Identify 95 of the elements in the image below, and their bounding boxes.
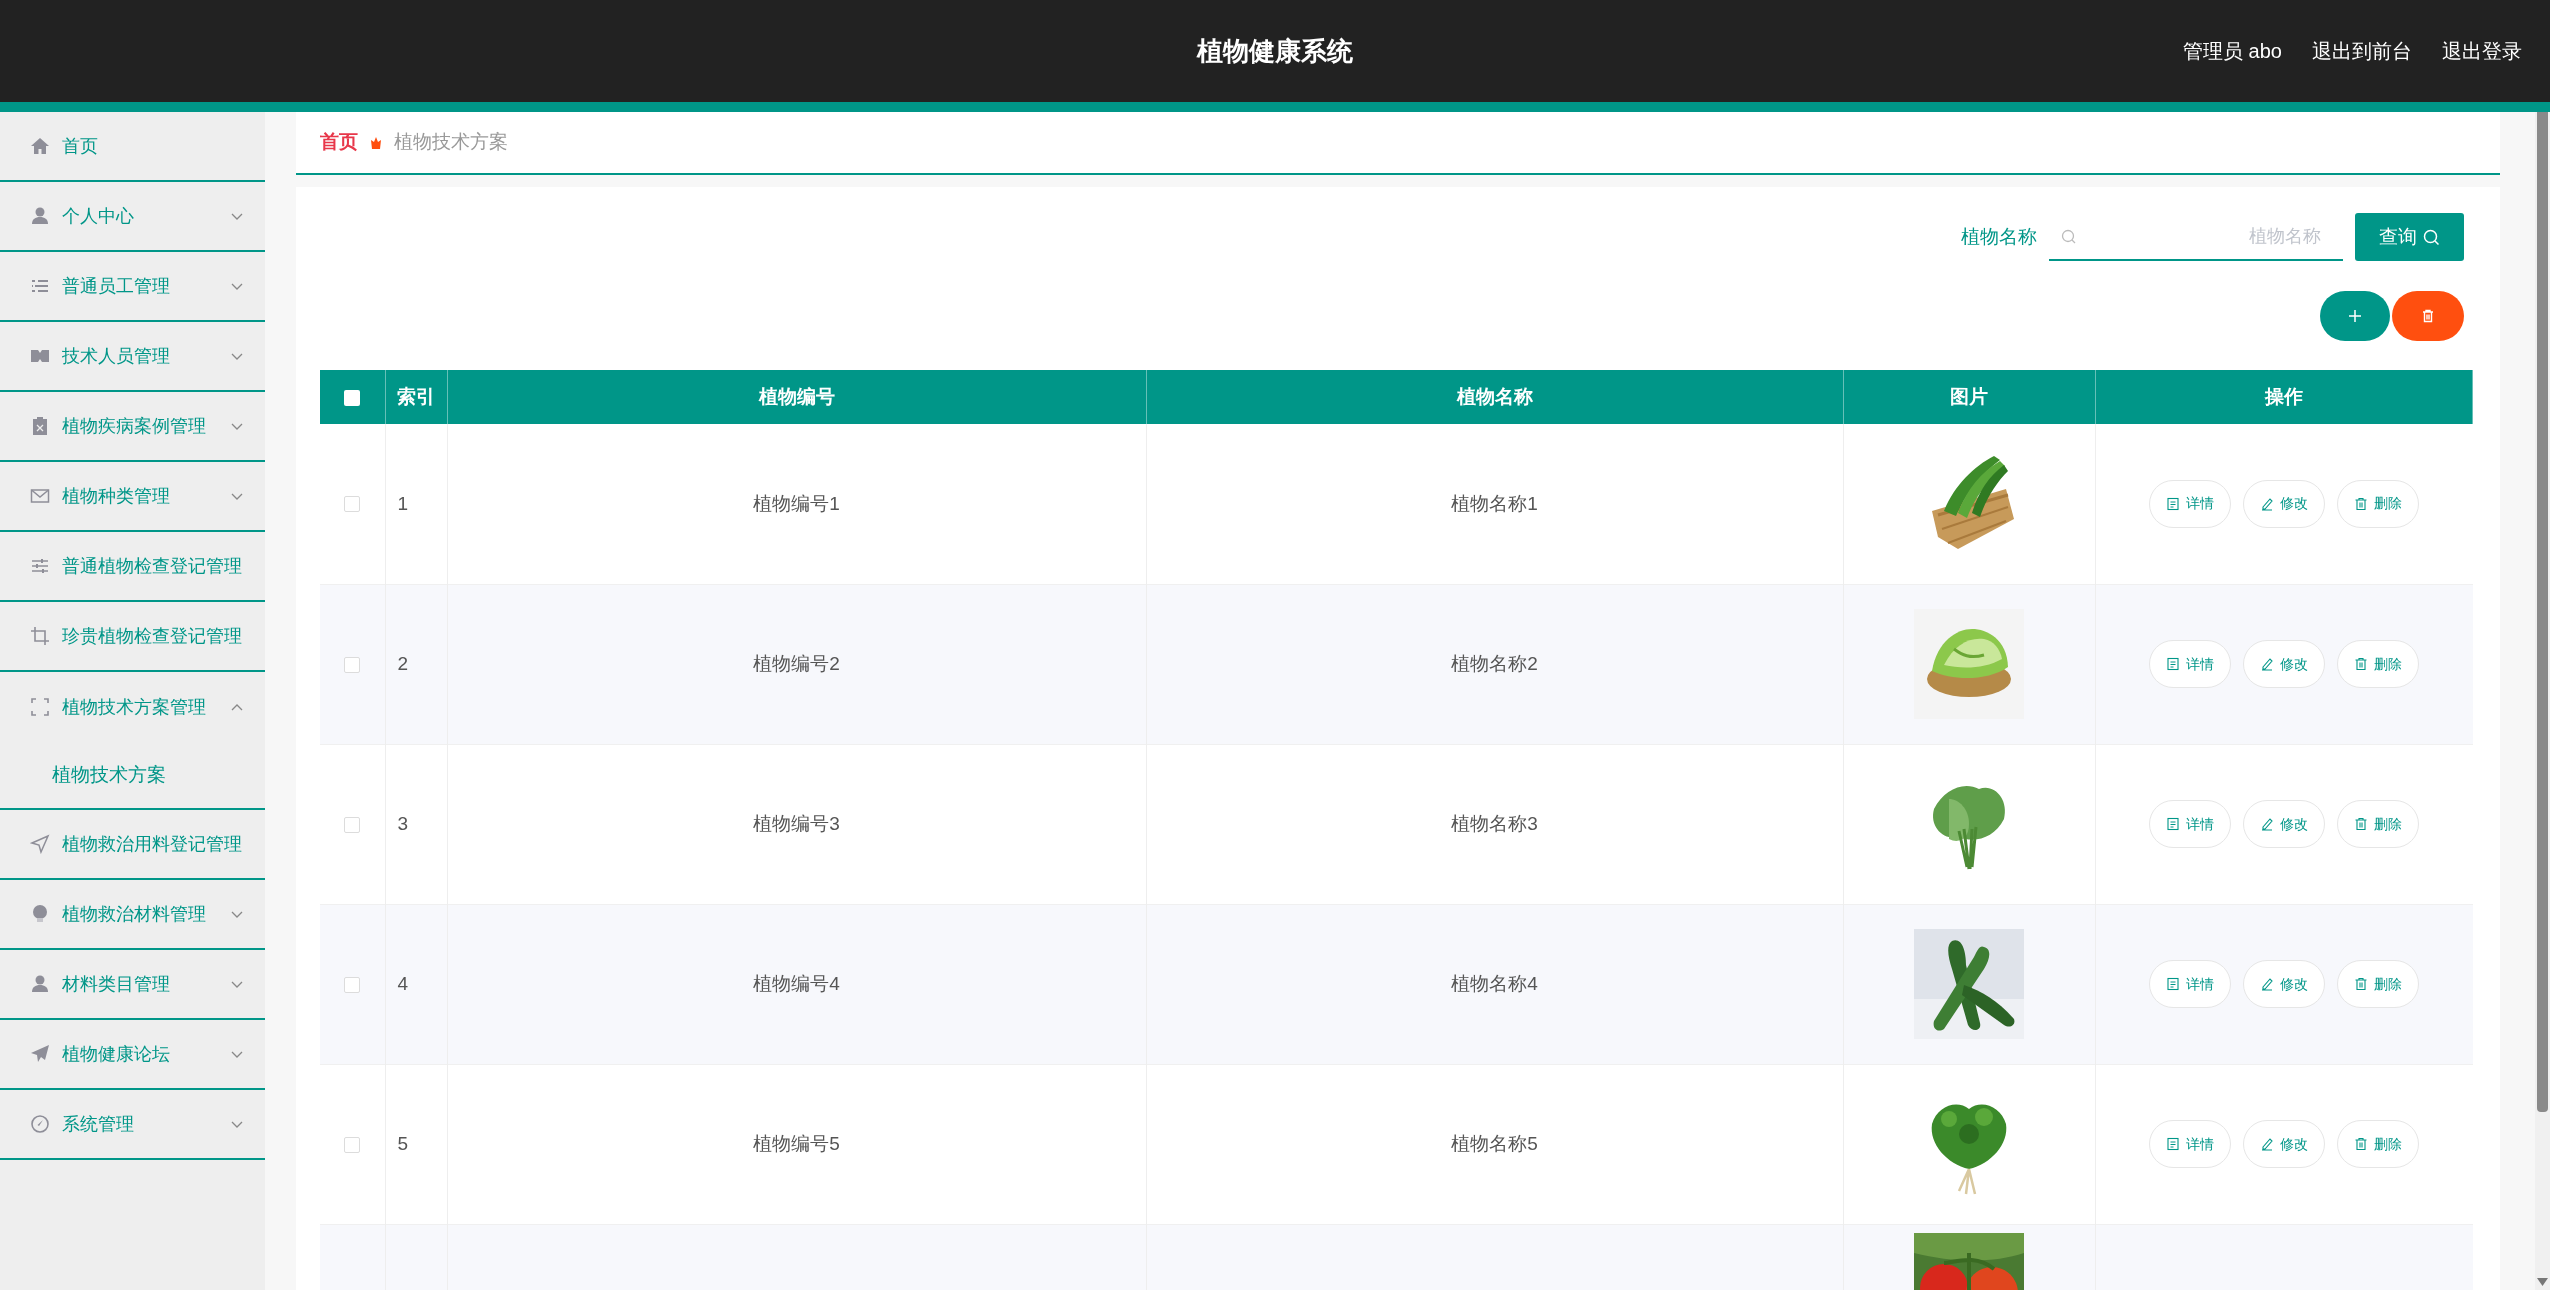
- bulb-icon: [30, 904, 50, 924]
- table-cell: 5: [385, 1064, 447, 1224]
- add-button[interactable]: [2320, 291, 2390, 341]
- search-icon: [2061, 229, 2077, 245]
- action-button[interactable]: 详情: [2149, 1120, 2231, 1168]
- sidebar-item[interactable]: 首页: [0, 112, 265, 182]
- sidebar-item[interactable]: 珍贵植物检查登记管理: [0, 602, 265, 672]
- table-cell: 1: [385, 424, 447, 584]
- sidebar-item[interactable]: 普通植物检查登记管理: [0, 532, 265, 602]
- sliders-icon: [30, 556, 50, 576]
- trash-icon: [2354, 817, 2368, 831]
- document-icon: [2166, 817, 2180, 831]
- checkbox[interactable]: [344, 496, 361, 513]
- sidebar-item[interactable]: 植物种类管理: [0, 462, 265, 532]
- sidebar-item[interactable]: 材料类目管理: [0, 950, 265, 1020]
- table-cell: 植物编号1: [447, 424, 1146, 584]
- plus-icon: [2348, 309, 2362, 323]
- submenu-item[interactable]: 植物技术方案: [0, 742, 265, 808]
- site-title: 植物健康系统: [1197, 34, 1353, 68]
- delete-button[interactable]: [2392, 291, 2464, 341]
- trash-icon: [2354, 496, 2368, 511]
- search-icon: [2423, 228, 2440, 246]
- checkbox[interactable]: [344, 389, 361, 406]
- document-icon: [2166, 496, 2180, 511]
- sidebar-item[interactable]: 植物救治材料管理: [0, 880, 265, 950]
- pencil-icon: [2260, 496, 2274, 511]
- pencil-icon: [2260, 657, 2274, 671]
- table-cell: 植物名称2: [1146, 584, 1843, 744]
- action-button[interactable]: 修改: [2243, 640, 2325, 688]
- sidebar-item[interactable]: 植物技术方案管理: [0, 672, 265, 742]
- table-cell: 4: [385, 904, 447, 1064]
- pencil-icon: [2260, 977, 2274, 991]
- crown-icon: [370, 136, 382, 149]
- person-icon: [30, 974, 50, 994]
- compass-icon: [30, 1114, 50, 1134]
- action-button[interactable]: 修改: [2243, 479, 2325, 528]
- action-button[interactable]: 删除: [2337, 800, 2419, 848]
- table-cell: 植物名称5: [1146, 1064, 1843, 1224]
- crop-icon: [30, 626, 50, 646]
- sidebar-item[interactable]: 植物健康论坛: [0, 1020, 265, 1090]
- document-icon: [2166, 1137, 2180, 1151]
- trash-icon: [2422, 309, 2434, 323]
- action-button[interactable]: 详情: [2149, 479, 2231, 528]
- action-button[interactable]: 修改: [2243, 1120, 2325, 1168]
- table-cell: 植物编号4: [447, 904, 1146, 1064]
- search-button[interactable]: 查询: [2355, 213, 2464, 261]
- trash-icon: [2354, 1137, 2368, 1151]
- breadcrumb-link[interactable]: 首页: [320, 128, 358, 157]
- paper-plane-icon: [30, 1044, 50, 1064]
- table-cell: 3: [385, 744, 447, 904]
- trash-icon: [2354, 657, 2368, 671]
- checkbox[interactable]: [344, 816, 361, 833]
- sidebar-item[interactable]: 植物疾病案例管理: [0, 392, 265, 462]
- action-button[interactable]: 详情: [2149, 640, 2231, 688]
- table-cell: 植物编号5: [447, 1064, 1146, 1224]
- table-cell: 2: [385, 584, 447, 744]
- action-button[interactable]: 详情: [2149, 800, 2231, 848]
- table-cell: 植物编号3: [447, 744, 1146, 904]
- sidebar-item[interactable]: 系统管理: [0, 1090, 265, 1160]
- scroll-down-icon[interactable]: [2537, 1278, 2548, 1286]
- checkbox[interactable]: [344, 1136, 361, 1153]
- sidebar-item[interactable]: 个人中心: [0, 182, 265, 252]
- search-field[interactable]: 植物名称: [2049, 213, 2343, 261]
- document-icon: [2166, 977, 2180, 991]
- action-button[interactable]: 修改: [2243, 800, 2325, 848]
- trash-icon: [2354, 977, 2368, 991]
- sidebar-item[interactable]: 普通员工管理: [0, 252, 265, 322]
- user-name: 管理员 abo: [2183, 39, 2282, 64]
- action-button[interactable]: 详情: [2149, 960, 2231, 1008]
- search-label: 植物名称: [1961, 224, 2037, 249]
- breadcrumb-current: 植物技术方案: [394, 130, 508, 155]
- document-icon: [2166, 657, 2180, 671]
- pencil-icon: [2260, 817, 2274, 831]
- mail-icon: [30, 486, 50, 506]
- checkbox[interactable]: [344, 976, 361, 993]
- sidebar-item[interactable]: 植物救治用料登记管理: [0, 810, 265, 880]
- action-button[interactable]: 删除: [2337, 640, 2419, 688]
- table-cell: 植物编号2: [447, 584, 1146, 744]
- action-button[interactable]: 修改: [2243, 960, 2325, 1008]
- clipboard-icon: [30, 416, 50, 436]
- table-cell: 植物名称1: [1146, 424, 1843, 584]
- home-icon: [30, 136, 50, 156]
- header-link[interactable]: 退出登录: [2442, 36, 2522, 66]
- person-icon: [30, 206, 50, 226]
- action-button[interactable]: 删除: [2337, 960, 2419, 1008]
- pencil-icon: [2260, 1137, 2274, 1151]
- action-button[interactable]: 删除: [2337, 1120, 2419, 1168]
- arrow-icon: [30, 834, 50, 854]
- header-link[interactable]: 退出到前台: [2312, 36, 2412, 66]
- action-button[interactable]: 删除: [2337, 479, 2419, 528]
- sidebar-item[interactable]: 技术人员管理: [0, 322, 265, 392]
- table-cell: 植物名称4: [1146, 904, 1843, 1064]
- checkbox[interactable]: [344, 656, 361, 673]
- table-cell: 植物名称3: [1146, 744, 1843, 904]
- frame-icon: [30, 697, 50, 717]
